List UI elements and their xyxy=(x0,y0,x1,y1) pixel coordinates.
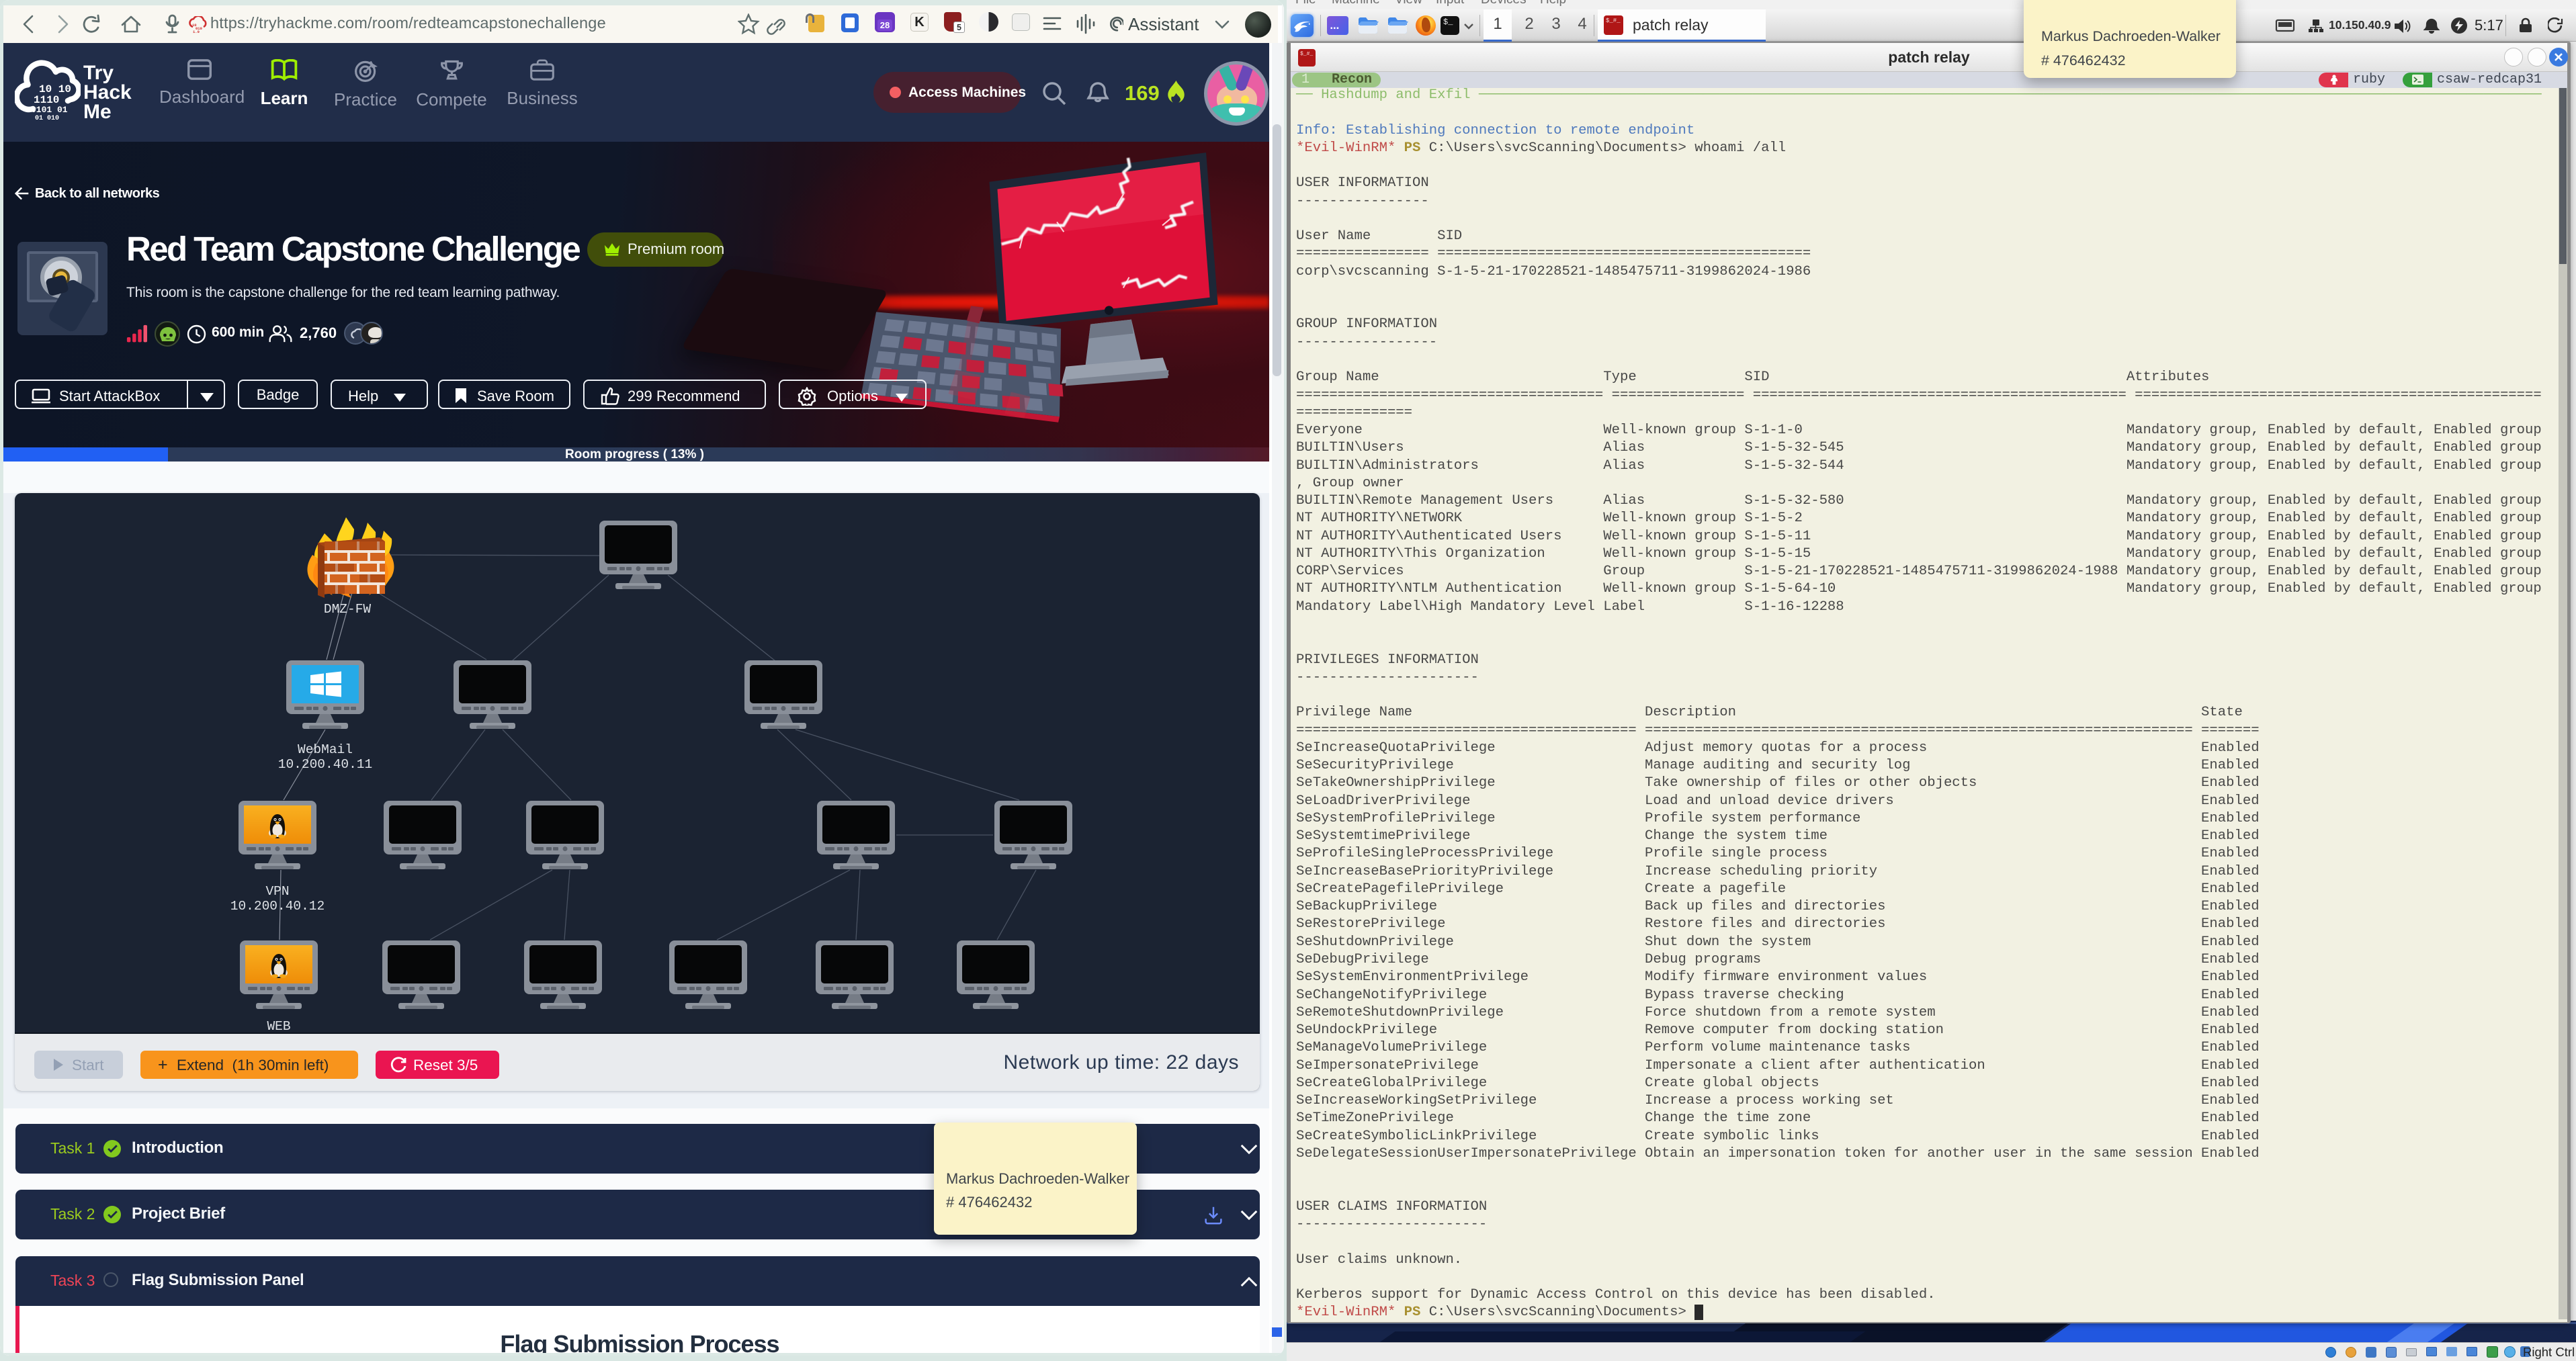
svg-text:VPN: VPN xyxy=(265,884,289,899)
svg-text:0101 01: 0101 01 xyxy=(31,105,68,115)
svg-text:10.200.40.11: 10.200.40.11 xyxy=(278,757,372,772)
svg-text:WEB: WEB xyxy=(267,1019,290,1034)
svg-text:01 010: 01 010 xyxy=(35,115,59,122)
svg-text:WebMail: WebMail xyxy=(298,742,353,757)
svg-text:DMZ-FW: DMZ-FW xyxy=(324,602,372,617)
svg-text:10.200.40.12: 10.200.40.12 xyxy=(230,899,325,914)
svg-text:1.0: 1.0 xyxy=(193,30,200,34)
